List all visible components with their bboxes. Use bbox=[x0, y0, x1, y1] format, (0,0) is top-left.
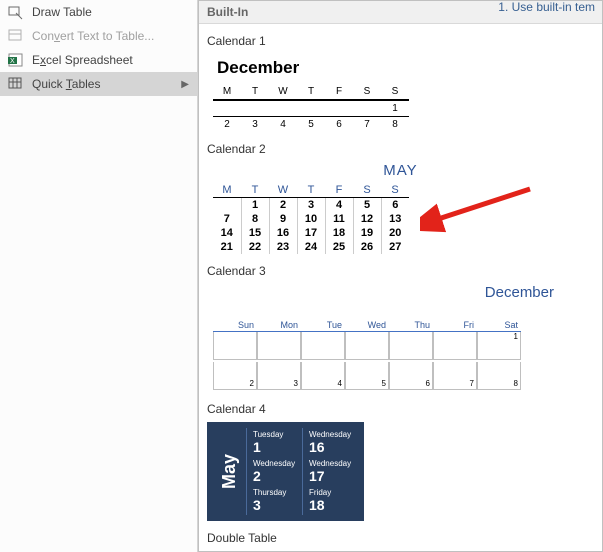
gallery-item-calendar-3[interactable]: Calendar 3 December Sun2 Mon3 Tue4 Wed5 … bbox=[207, 264, 594, 392]
calendar-preview: May Tuesday1 Wednesday2 Thursday3 Wednes… bbox=[207, 422, 364, 521]
menu-excel-spreadsheet[interactable]: X Excel Spreadsheet bbox=[0, 48, 197, 72]
gallery-item-calendar-4[interactable]: Calendar 4 May Tuesday1 Wednesday2 Thurs… bbox=[207, 402, 594, 521]
convert-icon bbox=[8, 28, 24, 44]
calendar-preview: MTWTFSS 123456 78910111213 1415161718192… bbox=[213, 183, 409, 254]
calendar-month: May bbox=[213, 428, 246, 515]
menu-label: Quick Tables bbox=[32, 77, 181, 91]
calendar-month: December bbox=[207, 54, 594, 84]
excel-icon: X bbox=[8, 52, 24, 68]
menu-convert-text[interactable]: Convert Text to Table... bbox=[0, 24, 197, 48]
menu-label: Draw Table bbox=[32, 5, 189, 19]
quick-tables-gallery: Built-In Calendar 1 December MTWTFSS 1 2… bbox=[198, 0, 603, 552]
chevron-right-icon: ▶ bbox=[181, 79, 189, 90]
menu-label: Convert Text to Table... bbox=[32, 29, 189, 43]
item-title: Calendar 3 bbox=[207, 264, 594, 278]
table-dropdown-menu: Draw Table Convert Text to Table... X Ex… bbox=[0, 0, 198, 552]
menu-quick-tables[interactable]: Quick Tables ▶ bbox=[0, 72, 197, 96]
item-title: Calendar 4 bbox=[207, 402, 594, 416]
calendar-preview: MTWTFSS 1 2345678 bbox=[213, 84, 409, 132]
gallery-item-calendar-1[interactable]: Calendar 1 December MTWTFSS 1 2345678 bbox=[207, 34, 594, 132]
calendar-preview: Sun2 Mon3 Tue4 Wed5 Thu6 Fri7 Sat18 bbox=[213, 319, 594, 392]
quick-tables-icon bbox=[8, 76, 24, 92]
svg-text:X: X bbox=[10, 58, 15, 65]
menu-draw-table[interactable]: Draw Table bbox=[0, 0, 197, 24]
gallery-item-double-table[interactable]: Double Table bbox=[207, 531, 594, 545]
draw-table-icon bbox=[8, 4, 24, 20]
menu-label: Excel Spreadsheet bbox=[32, 53, 189, 67]
item-title: Calendar 1 bbox=[207, 34, 594, 48]
context-hint: 1. Use built-in tem bbox=[498, 0, 595, 14]
calendar-month: MAY bbox=[207, 162, 594, 179]
item-title: Calendar 2 bbox=[207, 142, 594, 156]
gallery-item-calendar-2[interactable]: Calendar 2 MAY MTWTFSS 123456 7891011121… bbox=[207, 142, 594, 254]
calendar-month: December bbox=[207, 284, 594, 301]
